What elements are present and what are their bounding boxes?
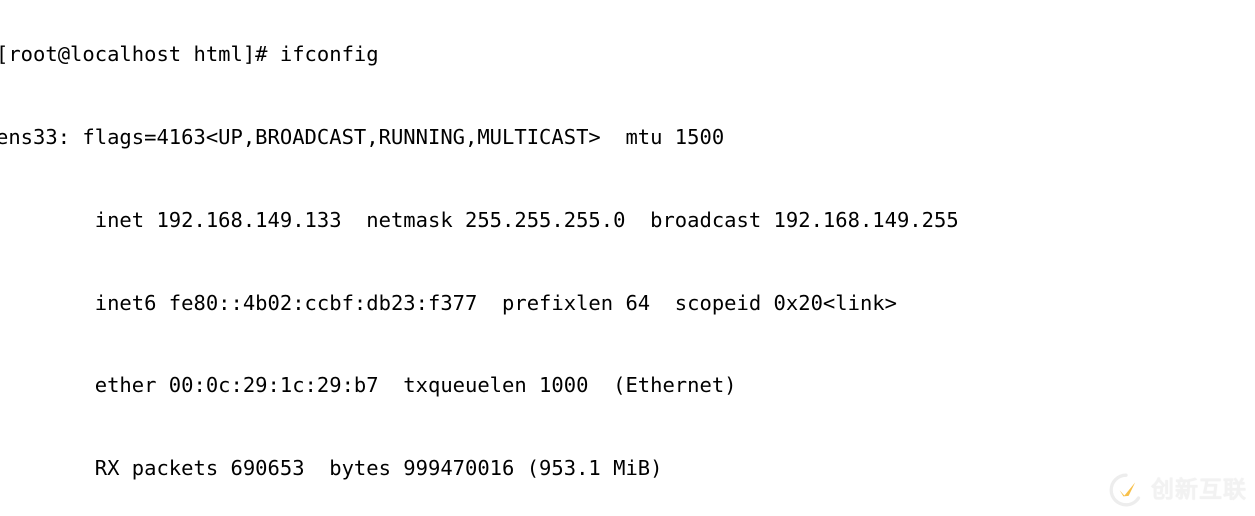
terminal-line-ens33-inet: inet 192.168.149.133 netmask 255.255.255… xyxy=(0,207,959,232)
terminal-line-ens33-rx-packets: RX packets 690653 bytes 999470016 (953.1… xyxy=(0,456,663,481)
terminal-screenshot: [root@localhost html]# ifconfig ens33: f… xyxy=(0,0,1255,516)
terminal-output[interactable]: [root@localhost html]# ifconfig ens33: f… xyxy=(0,0,1255,516)
terminal-line-prompt: [root@localhost html]# ifconfig xyxy=(0,42,379,67)
terminal-line-ens33-ether: ether 00:0c:29:1c:29:b7 txqueuelen 1000 … xyxy=(0,373,737,398)
terminal-line-ens33-inet6: inet6 fe80::4b02:ccbf:db23:f377 prefixle… xyxy=(0,290,897,315)
terminal-line-ens33-hdr: ens33: flags=4163<UP,BROADCAST,RUNNING,M… xyxy=(0,124,725,149)
